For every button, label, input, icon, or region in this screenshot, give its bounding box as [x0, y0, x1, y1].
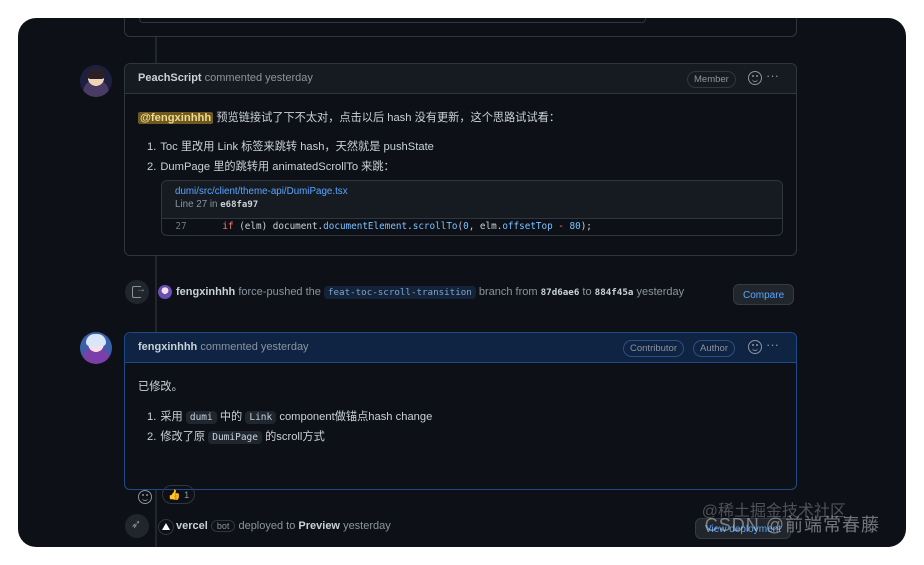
avatar-fengxinhhh-small[interactable]: [158, 285, 172, 299]
comment-header: PeachScript commented yesterday Member ·…: [125, 64, 796, 94]
compare-button[interactable]: Compare: [733, 284, 795, 305]
avatar-fengxinhhh[interactable]: [80, 332, 112, 364]
list-item: 1. Toc 里改用 Link 标签来跳转 hash，天然就是 pushState: [147, 141, 434, 153]
emoji-icon[interactable]: [748, 340, 762, 354]
comment-author-line: fengxinhhh commented yesterday: [138, 341, 309, 353]
branch-name[interactable]: feat-toc-scroll-transition: [323, 286, 476, 299]
user-mention[interactable]: @fengxinhhh: [138, 112, 214, 124]
push-author[interactable]: fengxinhhh: [176, 286, 235, 298]
thumbs-up-icon: 👍: [168, 490, 181, 501]
author-badge: Author: [693, 340, 735, 357]
to-sha[interactable]: 884f45a: [595, 287, 634, 298]
comment-author-line: PeachScript commented yesterday: [138, 72, 313, 84]
deploy-target[interactable]: Preview: [298, 520, 340, 532]
bot-badge: bot: [210, 520, 236, 532]
comment-action: commented yesterday: [204, 72, 313, 84]
inline-code: Link: [245, 411, 277, 424]
comment-author[interactable]: fengxinhhh: [138, 341, 197, 353]
timeline-frame: PeachScript commented yesterday Member ·…: [18, 18, 906, 547]
snippet-header: dumi/src/client/theme-api/DumiPage.tsx L…: [162, 181, 782, 219]
comment-fengxinhhh: fengxinhhh commented yesterday Contribut…: [124, 332, 797, 504]
comment-text: @fengxinhhh 预览链接试了下不太对，点击以后 hash 没有更新，这个…: [138, 112, 561, 124]
from-sha[interactable]: 87d6ae6: [541, 287, 580, 298]
push-event-text: fengxinhhh force-pushed the feat-toc-scr…: [176, 286, 685, 299]
push-icon: [125, 280, 149, 304]
thumbs-up-reaction[interactable]: 👍 1: [162, 485, 195, 504]
rocket-icon: [125, 514, 149, 538]
add-reaction-icon[interactable]: [138, 490, 152, 504]
watermark-csdn: CSDN @前端常春藤: [704, 515, 880, 535]
deploy-author[interactable]: vercel: [176, 520, 208, 532]
more-icon[interactable]: ···: [766, 68, 779, 83]
deploy-event-text: vercel bot deployed to Preview yesterday: [176, 520, 391, 532]
contributor-badge: Contributor: [623, 340, 684, 357]
comment-header: fengxinhhh commented yesterday Contribut…: [125, 333, 796, 363]
member-badge: Member: [687, 71, 736, 88]
list-item: 2. 修改了原 DumiPage 的scroll方式: [147, 431, 325, 444]
vercel-logo-icon[interactable]: [158, 519, 174, 535]
line-number: 27: [175, 221, 187, 232]
snippet-file-link[interactable]: dumi/src/client/theme-api/DumiPage.tsx: [175, 186, 348, 197]
avatar-peachscript[interactable]: [80, 65, 112, 97]
more-icon[interactable]: ···: [766, 337, 779, 352]
comment-author[interactable]: PeachScript: [138, 72, 202, 84]
inline-code: dumi: [185, 411, 217, 424]
snippet-code-line: 27 if (elm) document.documentElement.scr…: [162, 219, 782, 235]
code-snippet: dumi/src/client/theme-api/DumiPage.tsx L…: [161, 180, 783, 236]
inline-code: DumiPage: [208, 431, 262, 444]
list-item: 2. DumPage 里的跳转用 animatedScrollTo 来跳：: [147, 161, 395, 173]
snippet-line-ref: Line 27 in e68fa97: [175, 199, 259, 210]
previous-comment-box: [124, 18, 797, 37]
list-item: 1. 采用 dumi 中的 Link component做锚点hash chang…: [147, 411, 433, 424]
emoji-icon[interactable]: [748, 71, 762, 85]
comment-text: 已修改。: [138, 381, 183, 393]
snippet-sha[interactable]: e68fa97: [220, 200, 258, 210]
comment-action: commented yesterday: [200, 341, 309, 353]
reaction-count: 1: [184, 490, 190, 501]
comment-peachscript: PeachScript commented yesterday Member ·…: [124, 63, 797, 256]
